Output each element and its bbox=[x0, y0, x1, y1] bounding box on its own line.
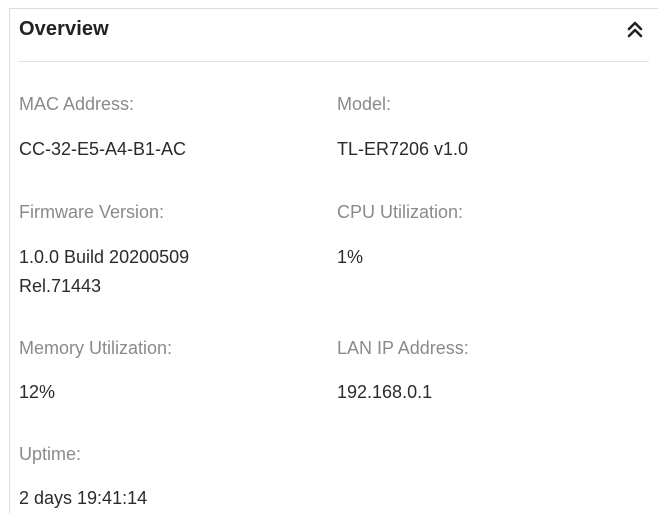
header-divider bbox=[18, 61, 649, 62]
memory-utilization-label: Memory Utilization: bbox=[19, 338, 173, 358]
mac-address-value: CC-32-E5-A4-B1-AC bbox=[19, 139, 187, 159]
model-value: TL-ER7206 v1.0 bbox=[337, 139, 469, 159]
model-label: Model: bbox=[337, 94, 392, 114]
lan-ip-address-value: 192.168.0.1 bbox=[337, 382, 433, 402]
firmware-version-label: Firmware Version: bbox=[19, 202, 165, 222]
firmware-version-value-line2: Rel.71443 bbox=[19, 276, 102, 296]
double-chevron-up-icon[interactable] bbox=[623, 18, 647, 42]
uptime-value: 2 days 19:41:14 bbox=[19, 488, 148, 508]
cpu-utilization-value: 1% bbox=[337, 247, 364, 267]
mac-address-label: MAC Address: bbox=[19, 94, 135, 114]
lan-ip-address-label: LAN IP Address: bbox=[337, 338, 469, 358]
overview-panel: Overview MAC Address: CC-32-E5-A4-B1-AC … bbox=[9, 8, 658, 513]
memory-utilization-value: 12% bbox=[19, 382, 56, 402]
firmware-version-value-line1: 1.0.0 Build 20200509 bbox=[19, 247, 190, 267]
uptime-label: Uptime: bbox=[19, 444, 82, 464]
panel-title: Overview bbox=[19, 18, 109, 40]
overview-header: Overview bbox=[10, 9, 658, 61]
cpu-utilization-label: CPU Utilization: bbox=[337, 202, 464, 222]
